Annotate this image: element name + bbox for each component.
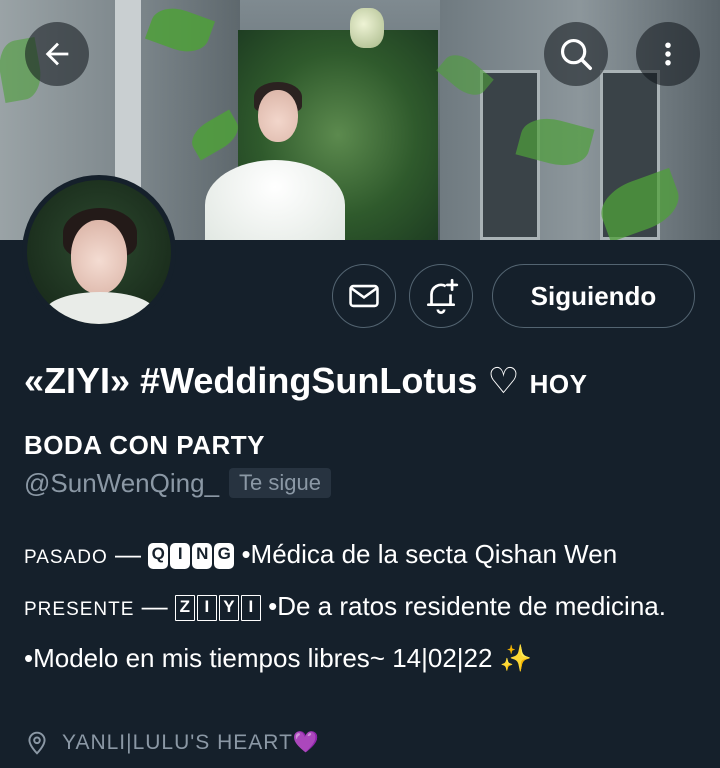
follows-you-badge: Te sigue bbox=[229, 468, 331, 498]
user-handle: @SunWenQing_ bbox=[24, 467, 220, 498]
display-name-text: «ZIYI» #WeddingSunLotus ♡ bbox=[24, 360, 530, 401]
display-name: «ZIYI» #WeddingSunLotus ♡ HOY BODA CON P… bbox=[24, 352, 714, 474]
more-options-button[interactable] bbox=[636, 22, 700, 86]
banner-figure-dress bbox=[205, 160, 345, 240]
bio-present-label: PRESENTE bbox=[24, 599, 135, 620]
search-icon bbox=[560, 38, 592, 70]
bio-qing-letters: QING bbox=[148, 543, 235, 570]
letter-box: Q bbox=[148, 543, 169, 570]
location-text: YANLI|LULU'S HEART💜 bbox=[62, 731, 321, 754]
letter-box: G bbox=[214, 543, 235, 570]
letter-box: I bbox=[240, 595, 261, 622]
display-name-caps: HOY bbox=[529, 369, 588, 399]
bio-past-label: PASADO bbox=[24, 547, 108, 568]
handle-row: @SunWenQing_ Te sigue bbox=[24, 466, 331, 500]
banner-lamp bbox=[350, 8, 384, 48]
back-button[interactable] bbox=[25, 22, 89, 86]
banner-figure-head bbox=[258, 90, 298, 142]
following-button[interactable]: Siguiendo bbox=[492, 264, 695, 328]
avatar-shoulders bbox=[45, 292, 155, 324]
letter-box: Z bbox=[174, 595, 195, 622]
bell-plus-icon bbox=[426, 278, 459, 314]
arrow-left-icon bbox=[45, 42, 69, 66]
message-button[interactable] bbox=[332, 264, 396, 328]
mail-icon bbox=[349, 284, 379, 308]
display-name-caps: BODA CON PARTY bbox=[24, 430, 265, 460]
notifications-button[interactable] bbox=[409, 264, 473, 328]
bio-ziyi-letters: ZIYI bbox=[174, 595, 261, 622]
letter-box: Y bbox=[218, 595, 239, 622]
location-pin-icon bbox=[28, 731, 46, 755]
following-label: Siguiendo bbox=[530, 280, 657, 311]
avatar[interactable] bbox=[22, 175, 176, 329]
search-button[interactable] bbox=[544, 22, 608, 86]
letter-box: N bbox=[192, 543, 213, 570]
bio-dash: — bbox=[134, 591, 175, 621]
avatar-face bbox=[71, 220, 127, 294]
bio-text: •Médica de la secta Qishan Wen bbox=[234, 539, 618, 569]
profile-bio: PASADO — QING •Médica de la secta Qishan… bbox=[24, 530, 704, 682]
location-row: YANLI|LULU'S HEART💜 bbox=[24, 726, 320, 760]
letter-box: I bbox=[196, 595, 217, 622]
more-vertical-icon bbox=[665, 42, 671, 66]
letter-box: I bbox=[170, 543, 191, 570]
bio-dash: — bbox=[107, 539, 149, 569]
